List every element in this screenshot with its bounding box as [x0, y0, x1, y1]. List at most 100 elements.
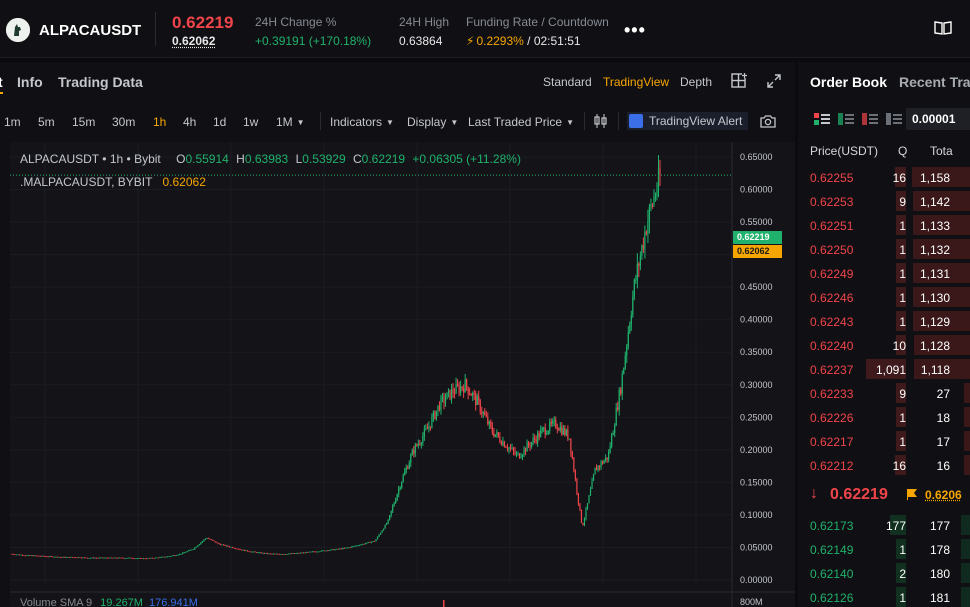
timeframe-1d[interactable]: 1d — [213, 115, 226, 129]
tab-chart[interactable]: t — [0, 74, 3, 90]
candle-body — [176, 555, 178, 556]
candle-body — [173, 555, 175, 557]
candle-body — [151, 557, 154, 559]
candle-body — [598, 465, 601, 467]
view-tradingview[interactable]: TradingView — [603, 75, 669, 89]
candle-body — [227, 545, 229, 547]
candle-body — [387, 519, 389, 524]
timeframe-1M[interactable]: 1M ▼ — [276, 115, 305, 129]
row-total: 1,132 — [919, 243, 950, 257]
candle-body — [313, 551, 315, 553]
funding-label[interactable]: Funding Rate / Countdown — [466, 15, 609, 29]
ask-row[interactable]: 0.62237 1,091 1,118 — [798, 357, 970, 381]
candle-body — [358, 545, 361, 547]
candle-body — [206, 538, 208, 540]
candle-body — [26, 555, 28, 557]
candle-body — [339, 548, 341, 550]
candle-body — [618, 389, 620, 410]
candle-body — [351, 546, 353, 548]
tab-order-book[interactable]: Order Book — [810, 74, 887, 90]
compact-layout-icon[interactable] — [886, 112, 902, 126]
timeframe-1h[interactable]: 1h — [153, 115, 166, 129]
book-icon[interactable] — [934, 20, 952, 36]
tab-info[interactable]: Info — [17, 74, 43, 90]
candle-body — [130, 557, 132, 559]
candle-body — [274, 553, 276, 555]
candle-body — [298, 553, 300, 554]
ask-row[interactable]: 0.62255 16 1,158 — [798, 165, 970, 189]
ask-row[interactable]: 0.62217 1 17 — [798, 429, 970, 453]
candle-body — [363, 543, 365, 545]
ask-row[interactable]: 0.62246 1 1,130 — [798, 285, 970, 309]
legend-high: 0.63983 — [244, 152, 289, 166]
view-standard[interactable]: Standard — [543, 75, 592, 89]
candle-body — [269, 553, 271, 555]
candle-body — [127, 557, 129, 559]
ask-row[interactable]: 0.62243 1 1,129 — [798, 309, 970, 333]
ask-row[interactable]: 0.62240 10 1,128 — [798, 333, 970, 357]
candle-body — [106, 557, 108, 559]
candle-body — [473, 393, 475, 394]
expand-icon[interactable] — [766, 73, 782, 89]
last-traded-price-menu[interactable]: Last Traded Price ▼ — [468, 115, 574, 129]
candle-body — [192, 549, 194, 551]
candle-body — [160, 556, 163, 558]
bid-row[interactable]: 0.62173 177 177 — [798, 513, 970, 537]
camera-icon[interactable] — [760, 113, 776, 129]
mid-mark-price[interactable]: 0.6206 — [925, 488, 962, 502]
candle-body — [381, 530, 383, 533]
display-menu[interactable]: Display ▼ — [407, 115, 458, 129]
timeframe-5m[interactable]: 5m — [38, 115, 55, 129]
bids-layout-icon[interactable] — [838, 112, 854, 126]
timeframe-30m[interactable]: 30m — [112, 115, 135, 129]
view-depth[interactable]: Depth — [680, 75, 712, 89]
depth-bar-total — [960, 587, 970, 607]
asks-layout-icon[interactable] — [862, 112, 878, 126]
candle-body — [311, 551, 314, 553]
ask-row[interactable]: 0.62249 1 1,131 — [798, 261, 970, 285]
price-chart[interactable]: 0.650000.600000.550000.500000.450000.400… — [10, 142, 795, 607]
timeframe-1m[interactable]: 1m — [4, 115, 21, 129]
tradingview-alert-button[interactable]: TradingView Alert — [627, 112, 749, 130]
mark-price[interactable]: 0.62062 — [172, 34, 215, 48]
precision-select[interactable]: 0.00001 — [906, 108, 970, 130]
bid-row[interactable]: 0.62126 1 181 — [798, 585, 970, 607]
candle-body — [360, 544, 362, 546]
timeframe-4h[interactable]: 4h — [183, 115, 196, 129]
candle-body — [410, 455, 412, 464]
candle-body — [159, 557, 161, 558]
more-dots-icon[interactable]: ••• — [624, 20, 646, 41]
ask-row[interactable]: 0.62233 9 27 — [798, 381, 970, 405]
candle-body — [482, 412, 484, 414]
ask-row[interactable]: 0.62226 1 18 — [798, 405, 970, 429]
timeframe-15m[interactable]: 15m — [72, 115, 95, 129]
candle-body — [408, 463, 410, 469]
layout-grid-icon[interactable] — [731, 73, 747, 89]
candle-body — [105, 557, 107, 559]
ask-row[interactable]: 0.62251 1 1,133 — [798, 213, 970, 237]
candle-body — [18, 554, 21, 556]
candle-body — [224, 544, 226, 546]
candle-body — [177, 554, 179, 556]
ask-row[interactable]: 0.62212 16 16 — [798, 453, 970, 477]
indicators-menu[interactable]: Indicators ▼ — [330, 115, 394, 129]
timeframe-1w[interactable]: 1w — [243, 115, 258, 129]
bid-row[interactable]: 0.62149 1 178 — [798, 537, 970, 561]
row-price: 0.62149 — [810, 543, 854, 557]
ask-row[interactable]: 0.62253 9 1,142 — [798, 189, 970, 213]
candle-body — [472, 393, 474, 396]
tab-trading-data[interactable]: Trading Data — [58, 74, 143, 90]
candle-body — [452, 388, 454, 394]
candlestick-type-icon[interactable] — [593, 114, 609, 128]
symbol-name[interactable]: ALPACAUSDT — [39, 22, 141, 39]
ask-row[interactable]: 0.62250 1 1,132 — [798, 237, 970, 261]
candle-body — [34, 555, 36, 557]
tab-recent-trades[interactable]: Recent Tra — [899, 74, 970, 90]
both-sides-layout-icon[interactable] — [814, 112, 830, 126]
candle-body — [426, 428, 428, 430]
candle-body — [515, 453, 518, 455]
y-tick-label: 0.25000 — [740, 412, 773, 422]
change-label: 24H Change % — [255, 15, 337, 29]
candle-body — [11, 553, 13, 555]
bid-row[interactable]: 0.62140 2 180 — [798, 561, 970, 585]
